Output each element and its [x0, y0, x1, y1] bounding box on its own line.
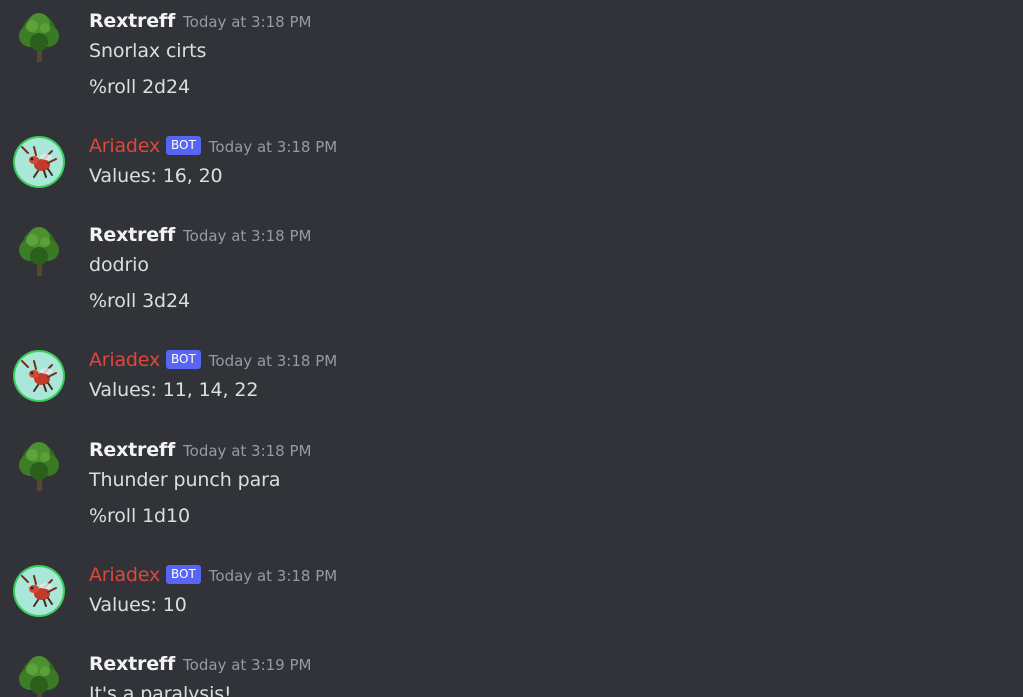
message-text: It's a paralysis!	[89, 683, 232, 697]
message-text: Snorlax cirts	[89, 40, 207, 62]
tree-avatar-icon[interactable]	[12, 653, 66, 697]
message-timestamp[interactable]: Today at 3:18 PM	[209, 567, 337, 585]
message-group: Ariadex BOT Today at 3:18 PM Values: 10	[0, 564, 1023, 624]
author-name[interactable]: Ariadex	[89, 564, 160, 586]
author-name[interactable]: Rextreff	[89, 653, 175, 675]
message-header: Ariadex BOT Today at 3:18 PM	[89, 349, 337, 373]
message-group: Rextreff Today at 3:18 PM Thunder punch p…	[0, 439, 1023, 539]
message-timestamp[interactable]: Today at 3:19 PM	[183, 656, 311, 674]
message-header: Rextreff Today at 3:18 PM	[89, 439, 311, 463]
chat-messages-list: Rextreff Today at 3:18 PM Snorlax cirts %…	[0, 0, 1023, 697]
tree-avatar-icon[interactable]	[12, 439, 66, 493]
message-text: %roll 1d10	[89, 505, 190, 527]
message-timestamp[interactable]: Today at 3:18 PM	[183, 442, 311, 460]
author-name[interactable]: Ariadex	[89, 135, 160, 157]
message-header: Ariadex BOT Today at 3:18 PM	[89, 564, 337, 588]
message-group: Rextreff Today at 3:19 PM It's a paralysi…	[0, 653, 1023, 697]
message-timestamp[interactable]: Today at 3:18 PM	[209, 138, 337, 156]
author-name[interactable]: Ariadex	[89, 349, 160, 371]
message-group: Rextreff Today at 3:18 PM dodrio %roll 3d…	[0, 224, 1023, 324]
message-text: %roll 2d24	[89, 76, 190, 98]
message-text: Values: 10	[89, 594, 187, 616]
message-header: Rextreff Today at 3:19 PM	[89, 653, 311, 677]
bot-badge: BOT	[166, 350, 201, 369]
author-name[interactable]: Rextreff	[89, 10, 175, 32]
message-group: Ariadex BOT Today at 3:18 PM Values: 16, 2…	[0, 135, 1023, 195]
tree-avatar-icon[interactable]	[12, 10, 66, 64]
message-group: Ariadex BOT Today at 3:18 PM Values: 11, 1…	[0, 349, 1023, 409]
author-name[interactable]: Rextreff	[89, 439, 175, 461]
bot-badge: BOT	[166, 565, 201, 584]
message-text: dodrio	[89, 254, 149, 276]
message-text: %roll 3d24	[89, 290, 190, 312]
message-text: Values: 11, 14, 22	[89, 379, 259, 401]
message-header: Rextreff Today at 3:18 PM	[89, 10, 311, 34]
author-name[interactable]: Rextreff	[89, 224, 175, 246]
message-timestamp[interactable]: Today at 3:18 PM	[183, 13, 311, 31]
message-group: Rextreff Today at 3:18 PM Snorlax cirts %…	[0, 10, 1023, 110]
message-text: Thunder punch para	[89, 469, 281, 491]
message-timestamp[interactable]: Today at 3:18 PM	[209, 352, 337, 370]
bot-badge: BOT	[166, 136, 201, 155]
pokemon-sprite-avatar-icon[interactable]	[12, 564, 66, 618]
message-timestamp[interactable]: Today at 3:18 PM	[183, 227, 311, 245]
message-text: Values: 16, 20	[89, 165, 223, 187]
pokemon-sprite-avatar-icon[interactable]	[12, 135, 66, 189]
tree-avatar-icon[interactable]	[12, 224, 66, 278]
message-header: Rextreff Today at 3:18 PM	[89, 224, 311, 248]
message-header: Ariadex BOT Today at 3:18 PM	[89, 135, 337, 159]
pokemon-sprite-avatar-icon[interactable]	[12, 349, 66, 403]
